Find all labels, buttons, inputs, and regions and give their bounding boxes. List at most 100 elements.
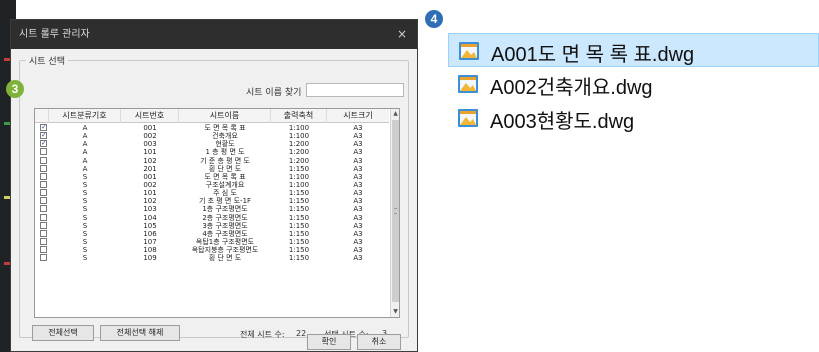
row-checkbox[interactable]: ✓ — [40, 140, 47, 148]
cancel-button[interactable]: 취소 — [357, 334, 401, 350]
row-checkbox[interactable] — [40, 156, 47, 164]
close-icon[interactable]: × — [395, 20, 409, 49]
sheet-selection-group: 시트 선택 시트 이름 찾기 시트분류기호 시트번호 시트이름 출력축척 시트크… — [19, 54, 409, 341]
file-item[interactable]: A003현황도.dwg — [448, 101, 819, 135]
row-sheet-number: 108 — [143, 246, 157, 255]
row-checkbox[interactable] — [40, 213, 47, 221]
row-sheet-size: A3 — [353, 221, 363, 230]
row-checkbox[interactable]: ✓ — [40, 124, 47, 131]
select-all-button[interactable]: 전체선택 — [32, 325, 94, 341]
row-sheet-number: 106 — [143, 229, 157, 238]
row-sheet-number: 001 — [143, 124, 157, 132]
table-row[interactable]: A 101 1 층 평 면 도 1:200 A3 — [35, 148, 389, 156]
row-sheet-name: 횡 단 면 도 — [208, 254, 242, 263]
row-sheet-number: 104 — [143, 213, 157, 222]
sheet-search-input[interactable] — [306, 83, 404, 97]
row-checkbox[interactable] — [40, 221, 47, 229]
table-row[interactable]: A 201 횡 단 면 도 1:150 A3 — [35, 164, 389, 173]
row-classification: S — [82, 172, 88, 181]
header-classification[interactable]: 시트분류기호 — [49, 109, 121, 123]
row-sheet-size: A3 — [353, 156, 363, 165]
row-checkbox[interactable] — [40, 189, 47, 197]
file-item[interactable]: A002건축개요.dwg — [448, 67, 819, 101]
row-checkbox[interactable] — [40, 180, 47, 188]
callout-badge-files: 4 — [425, 10, 443, 28]
row-sheet-size: A3 — [353, 246, 363, 255]
row-checkbox[interactable] — [40, 172, 47, 180]
deselect-all-button[interactable]: 전체선택 해제 — [100, 325, 180, 341]
ok-button[interactable]: 확인 — [307, 334, 351, 350]
row-sheet-name: 도 면 목 록 표 — [204, 172, 246, 181]
row-sheet-number: 109 — [143, 254, 157, 263]
row-sheet-size: A3 — [353, 148, 363, 157]
row-classification: S — [82, 205, 88, 214]
table-row[interactable]: S 109 횡 단 면 도 1:150 A3 — [35, 254, 389, 262]
row-checkbox[interactable] — [40, 246, 47, 254]
row-classification: A — [82, 156, 88, 165]
row-classification: S — [82, 197, 88, 206]
row-sheet-name: 주 심 도 — [213, 189, 237, 198]
row-plot-scale: 1:150 — [288, 164, 310, 173]
total-sheet-count-label: 전체 시트 수: — [240, 330, 285, 339]
table-row[interactable]: S 103 1층 구조평면도 1:150 A3 — [35, 205, 389, 213]
table-row[interactable]: S 001 도 면 목 록 표 1:100 A3 — [35, 172, 389, 181]
row-sheet-size: A3 — [353, 140, 363, 149]
row-sheet-name: 옥탑1층 구조평면도 — [195, 237, 255, 246]
header-sheet-number[interactable]: 시트번호 — [121, 109, 179, 123]
row-sheet-size: A3 — [353, 132, 363, 141]
table-row[interactable]: S 106 4층 구조평면도 1:150 A3 — [35, 229, 389, 238]
header-sheet-size[interactable]: 시트크기 — [327, 109, 389, 123]
sheet-search-label: 시트 이름 찾기 — [246, 88, 302, 98]
table-row[interactable]: S 107 옥탑1층 구조평면도 1:150 A3 — [35, 237, 389, 246]
row-plot-scale: 1:150 — [288, 221, 310, 230]
row-classification: A — [82, 148, 88, 157]
row-classification: S — [82, 221, 88, 230]
row-checkbox[interactable]: ✓ — [40, 132, 47, 140]
table-row[interactable]: ✓ A 002 건축개요 1:100 A3 — [35, 132, 389, 140]
row-checkbox[interactable] — [40, 205, 47, 213]
table-row[interactable]: S 108 옥탑지붕층 구조평면도 1:150 A3 — [35, 246, 389, 254]
row-classification: A — [82, 164, 88, 173]
row-checkbox[interactable] — [40, 148, 47, 156]
row-sheet-size: A3 — [353, 213, 363, 222]
scroll-up-icon[interactable]: ▲ — [391, 109, 399, 119]
row-sheet-size: A3 — [353, 229, 363, 238]
row-plot-scale: 1:150 — [288, 237, 310, 246]
row-sheet-size: A3 — [353, 124, 363, 132]
header-sheet-name[interactable]: 시트이름 — [179, 109, 271, 123]
table-row[interactable]: S 102 기 초 평 면 도-1F 1:150 A3 — [35, 197, 389, 205]
row-plot-scale: 1:100 — [288, 132, 310, 141]
row-plot-scale: 1:200 — [288, 156, 310, 165]
row-sheet-number: 002 — [143, 132, 157, 141]
row-classification: A — [82, 124, 88, 132]
row-classification: S — [82, 189, 88, 198]
row-sheet-name: 기 준 층 평 면 도 — [200, 156, 250, 165]
table-row[interactable]: S 101 주 심 도 1:150 A3 — [35, 189, 389, 197]
table-body: ✓ A 001 도 면 목 록 표 1:100 A3 ✓ A 002 건축개요 1:100 A3 ✓ A 0… — [35, 124, 389, 262]
row-sheet-name: 1 층 평 면 도 — [205, 148, 245, 157]
file-item[interactable]: A001도 면 목 록 표.dwg — [448, 33, 819, 67]
table-row[interactable]: A 102 기 준 층 평 면 도 1:200 A3 — [35, 156, 389, 165]
table-row[interactable]: S 105 3층 구조평면도 1:150 A3 — [35, 221, 389, 230]
row-classification: S — [82, 237, 88, 246]
row-sheet-size: A3 — [353, 205, 363, 214]
scroll-thumb[interactable] — [392, 120, 399, 302]
row-sheet-number: 103 — [143, 205, 157, 214]
table-row[interactable]: ✓ A 003 현황도 1:200 A3 — [35, 140, 389, 148]
scroll-grip-icon — [394, 208, 397, 214]
row-checkbox[interactable] — [40, 229, 47, 237]
scroll-down-icon[interactable]: ▼ — [391, 307, 399, 317]
table-row[interactable]: S 104 2층 구조평면도 1:150 A3 — [35, 213, 389, 222]
row-checkbox[interactable] — [40, 254, 47, 262]
table-row[interactable]: S 002 구조설계개요 1:100 A3 — [35, 180, 389, 189]
row-sheet-name: 현황도 — [215, 140, 235, 149]
row-plot-scale: 1:150 — [288, 213, 310, 222]
sheet-manager-dialog: 시트 롤루 관리자 × 시트 선택 시트 이름 찾기 시트분류기호 시트번호 시… — [10, 19, 418, 352]
table-scrollbar[interactable]: ▲ ▼ — [390, 109, 399, 317]
row-checkbox[interactable] — [40, 237, 47, 245]
row-checkbox[interactable] — [40, 164, 47, 172]
row-checkbox[interactable] — [40, 197, 47, 205]
header-plot-scale[interactable]: 출력축척 — [271, 109, 327, 123]
table-row[interactable]: ✓ A 001 도 면 목 록 표 1:100 A3 — [35, 124, 389, 132]
row-sheet-name: 기 초 평 면 도-1F — [198, 197, 252, 206]
